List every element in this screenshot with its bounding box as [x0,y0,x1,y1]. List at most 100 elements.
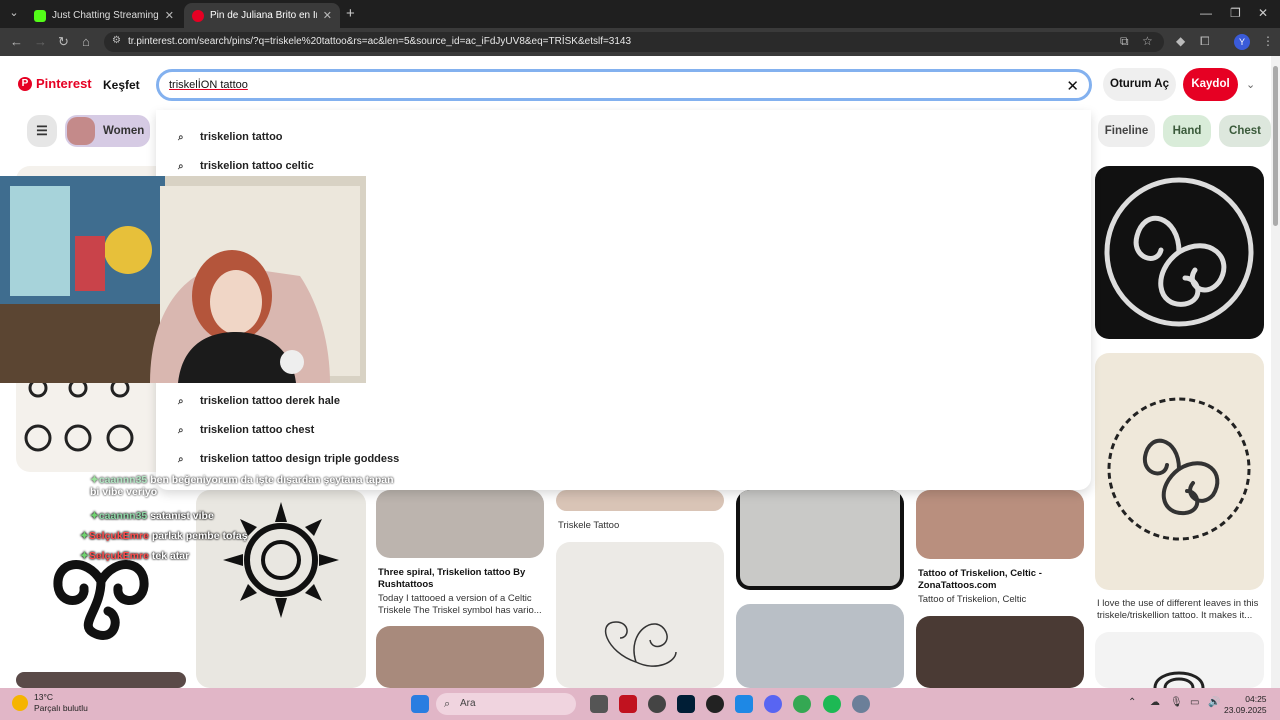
photoshop-icon[interactable] [677,695,695,713]
chat-message: ✦caannn35 ben beğeniyorum da işte dışard… [90,474,394,498]
sparkle-icon: ✦ [80,530,89,542]
chip-thumbnail [67,117,95,145]
search-icon: ⌕ [178,160,184,172]
suggestion-item[interactable]: ⌕ triskelion tattoo chest [178,424,314,436]
forward-icon[interactable]: → [34,34,47,49]
pin-card[interactable] [916,490,1084,559]
pin-card[interactable] [556,542,724,688]
search-icon: ⌕ [178,453,184,465]
pin-card[interactable] [736,604,904,688]
chip-hand[interactable]: Hand [1163,115,1211,147]
search-input[interactable]: triskelİON tattoo [169,79,248,91]
bookmark-star-icon[interactable]: ☆ [1142,34,1153,48]
weather-sun-icon [12,695,28,711]
pin-description: Today I tattooed a version of a Celtic T… [378,593,542,616]
app-icon[interactable] [852,695,870,713]
page-scrollbar[interactable] [1271,56,1280,688]
pin-card[interactable] [916,616,1084,688]
chat-message: ✦caannn35 satanist vibe [90,510,214,522]
spotify-icon[interactable] [823,695,841,713]
pin-title[interactable]: Three spiral, Triskelion tattoo By Rusht… [378,567,544,591]
signup-button[interactable]: Kaydol [1183,68,1238,101]
windows-start-icon[interactable] [411,695,429,713]
pinterest-icon [192,9,204,22]
minimize-icon[interactable]: — [1200,6,1212,20]
weather-widget[interactable]: 13°C Parçalı bulutlu [12,692,88,714]
suggestion-item[interactable]: ⌕ triskelion tattoo celtic [178,160,314,172]
new-tab-icon[interactable]: + [346,5,355,22]
tab-just-chatting[interactable]: Just Chatting Streaming - Live S ✕ [26,3,182,28]
pin-card[interactable] [736,490,904,590]
reload-icon[interactable]: ↻ [58,34,69,50]
taskbar-clock[interactable]: 04:25 23.09.2025 [1224,694,1267,716]
home-icon[interactable]: ⌂ [82,34,90,49]
pin-card[interactable] [1095,632,1264,688]
explore-link[interactable]: Keşfet [103,78,140,92]
volume-icon[interactable]: 🔊 [1208,697,1220,708]
tab-pinterest[interactable]: Pin de Juliana Brito en Inspiraçõ ✕ [184,3,340,28]
clear-search-icon[interactable]: ✕ [1066,77,1079,95]
kick-icon [34,9,46,22]
site-info-icon[interactable]: ⚙ [112,35,121,46]
restore-icon[interactable]: ❐ [1230,6,1241,20]
extension-icon[interactable]: ◆ [1176,34,1185,48]
filter-button[interactable]: ☰ [27,115,57,147]
chip-chest[interactable]: Chest [1219,115,1271,147]
search-bar[interactable]: triskelİON tattoo ✕ [156,69,1092,101]
spiral-outline-image [1153,671,1205,688]
leaf-triskele-image [1107,397,1251,541]
chip-women[interactable]: Women [65,115,150,147]
pin-card[interactable] [1095,353,1264,590]
extensions-puzzle-icon[interactable]: ⧠ [1200,34,1210,49]
chrome-icon[interactable] [793,695,811,713]
chip-fineline[interactable]: Fineline [1098,115,1155,147]
sparkle-icon: ✦ [80,550,89,562]
netflix-icon[interactable] [619,695,637,713]
search-icon: ⌕ [178,424,184,436]
url-field[interactable]: ⚙ tr.pinterest.com/search/pins/?q=triske… [104,32,1164,52]
pin-card[interactable] [1095,166,1264,339]
task-view-icon[interactable] [590,695,608,713]
microphone-icon[interactable]: 🎙 [1170,697,1183,708]
search-icon: ⌕ [444,698,451,710]
pin-description: I love the use of different leaves in th… [1097,598,1259,621]
pin-card[interactable] [376,626,544,688]
network-icon[interactable]: ▭ [1190,697,1199,708]
close-tab-icon[interactable]: ✕ [165,9,174,22]
discord-icon[interactable] [764,695,782,713]
tray-chevron-icon[interactable]: ⌃ [1128,697,1136,708]
search-icon: ⌕ [178,395,184,407]
taskbar-search[interactable]: ⌕ Ara [436,693,576,715]
sparkle-icon: ✦ [90,474,99,486]
menu-dots-icon[interactable]: ⋮ [1262,34,1274,48]
obs-icon[interactable] [706,695,724,713]
webcam-overlay [0,176,366,383]
app-icon[interactable] [735,695,753,713]
pin-card[interactable] [196,490,366,688]
pin-description: Tattoo of Triskelion, Celtic [918,594,1027,605]
profile-avatar[interactable]: Y [1234,34,1250,50]
pin-title[interactable]: Tattoo of Triskelion, Celtic - ZonaTatto… [918,568,1084,592]
windows-taskbar: 13°C Parçalı bulutlu ⌕ Ara ⌃ ☁ 🎙 ▭ 🔊 04:25… [0,688,1280,720]
pin-title[interactable]: Triskele Tattoo [558,520,724,532]
tab-search-icon[interactable]: ⌄ [6,5,22,21]
steam-icon[interactable] [648,695,666,713]
chevron-down-icon[interactable]: ⌄ [1246,78,1255,91]
suggestion-item[interactable]: ⌕ triskelion tattoo derek hale [178,395,340,407]
tray-app-icon[interactable]: ☁ [1150,697,1160,708]
chat-message: ✦SelçukEmre tek atar [80,550,190,562]
sparkle-icon: ✦ [90,510,99,522]
pin-card[interactable] [556,490,724,511]
install-app-icon[interactable]: ⧉ [1120,34,1129,49]
close-tab-icon[interactable]: ✕ [323,9,332,22]
pinterest-logo[interactable]: P Pinterest [18,76,92,91]
suggestion-item[interactable]: ⌕ triskelion tattoo design triple goddess [178,453,399,465]
close-window-icon[interactable]: ✕ [1258,6,1268,20]
login-button[interactable]: Oturum Aç [1103,68,1176,101]
pin-card[interactable] [16,672,186,688]
spiral-tattoo-image [605,621,677,667]
suggestion-item[interactable]: ⌕ triskelion tattoo [178,131,283,143]
back-icon[interactable]: ← [10,34,23,49]
scrollbar-thumb[interactable] [1273,66,1278,226]
pin-card[interactable] [376,490,544,558]
